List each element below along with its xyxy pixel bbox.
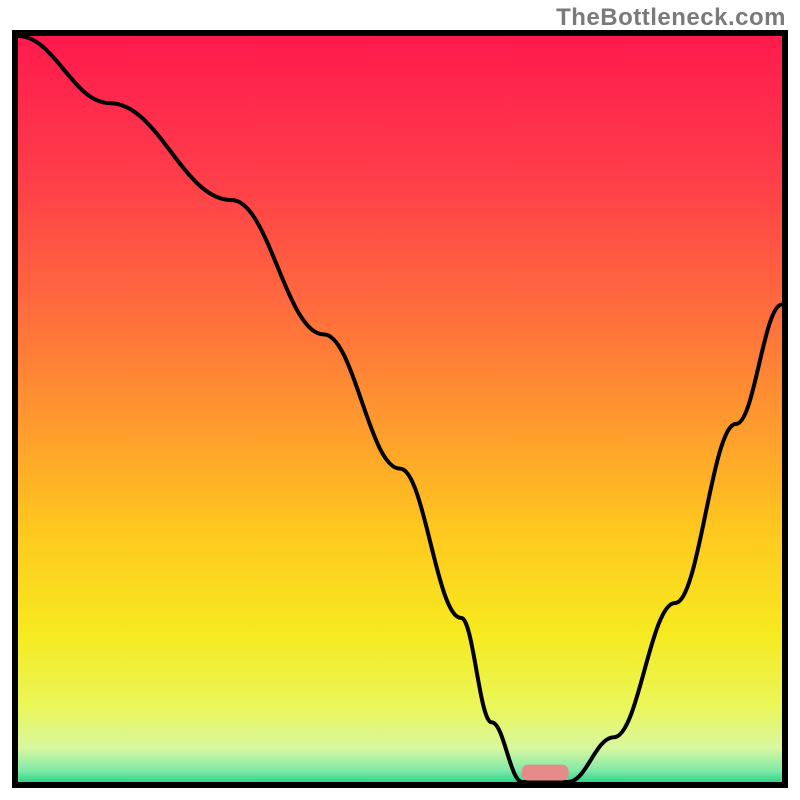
chart-svg (18, 36, 782, 782)
watermark-text: TheBottleneck.com (556, 4, 786, 32)
chart-frame (12, 30, 788, 788)
chart-background (18, 36, 782, 782)
optimal-marker (522, 765, 568, 780)
